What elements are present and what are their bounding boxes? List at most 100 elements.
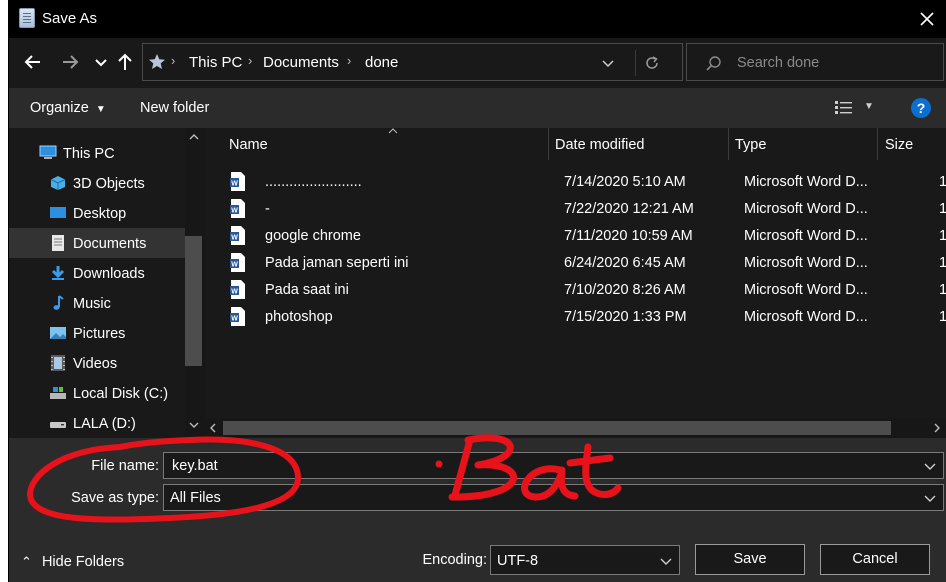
breadcrumb-separator: › <box>171 53 176 68</box>
address-divider <box>635 50 636 76</box>
sidebar-item-downloads[interactable]: Downloads <box>9 258 187 288</box>
sidebar-item-local-disk-c[interactable]: Local Disk (C:) <box>9 378 187 408</box>
type-cell: Microsoft Word D... <box>744 282 868 298</box>
download-arrow-icon <box>51 266 65 280</box>
date-modified-cell: 6/24/2020 6:45 AM <box>564 255 686 271</box>
type-cell: Microsoft Word D... <box>744 255 868 271</box>
refresh-icon[interactable] <box>643 54 661 72</box>
word-document-icon: W <box>230 199 245 218</box>
back-arrow-icon[interactable] <box>21 50 45 74</box>
table-row[interactable]: W Pada saat ini 7/10/2020 8:26 AM Microsoft… <box>225 277 946 304</box>
column-divider[interactable] <box>877 128 878 160</box>
column-header-size[interactable]: Size <box>885 137 913 153</box>
hide-folders-button[interactable]: ⌃ Hide Folders <box>21 554 124 570</box>
svg-text:W: W <box>231 289 238 296</box>
help-icon[interactable]: ? <box>911 98 931 118</box>
close-icon[interactable] <box>912 4 942 34</box>
sidebar-item-label: Downloads <box>73 266 145 282</box>
sidebar-item-documents[interactable]: Documents <box>9 228 187 258</box>
size-cell: 15 <box>939 228 946 244</box>
type-cell: Microsoft Word D... <box>744 201 868 217</box>
save-as-dialog: Save As › This PC › Documents › done Sea… <box>9 0 946 582</box>
scroll-left-chevron-icon[interactable] <box>208 423 218 433</box>
column-divider[interactable] <box>548 128 549 160</box>
breadcrumb-separator: › <box>347 53 352 68</box>
file-name-cell: Pada saat ini <box>265 282 349 298</box>
sort-ascending-icon <box>388 128 398 134</box>
sidebar-item-label: 3D Objects <box>73 176 145 192</box>
pictures-icon <box>50 327 66 339</box>
type-cell: Microsoft Word D... <box>744 228 868 244</box>
sidebar-item-lala-d[interactable]: LALA (D:) <box>9 408 187 438</box>
cancel-button[interactable]: Cancel <box>820 544 930 575</box>
scroll-up-chevron-icon[interactable] <box>188 132 200 142</box>
sidebar-item-3d-objects[interactable]: 3D Objects <box>9 168 187 198</box>
sidebar-item-label: Music <box>73 296 111 312</box>
table-row[interactable]: Wgoogle chrome 7/11/2020 10:59 AM Microsof… <box>225 223 946 250</box>
word-document-icon: W <box>230 172 245 191</box>
organize-button[interactable]: Organize ▼ <box>30 100 106 116</box>
date-modified-cell: 7/10/2020 8:26 AM <box>564 282 686 298</box>
breadcrumb-done[interactable]: done <box>365 54 398 71</box>
size-cell: 16 <box>939 174 946 190</box>
type-cell: Microsoft Word D... <box>744 174 868 190</box>
scroll-down-chevron-icon[interactable] <box>188 420 200 430</box>
size-cell: 14 <box>939 201 946 217</box>
file-name-cell: ........................ <box>265 174 362 190</box>
search-box[interactable]: Search done <box>686 43 944 81</box>
breadcrumb-this-pc[interactable]: This PC <box>189 54 242 71</box>
scroll-right-chevron-icon[interactable] <box>932 423 942 433</box>
column-header-date-modified[interactable]: Date modified <box>555 137 644 153</box>
table-row[interactable]: Wphotoshop 7/15/2020 1:33 PM Microsoft Wor… <box>225 304 946 331</box>
breadcrumb-documents[interactable]: Documents <box>263 54 339 71</box>
up-arrow-icon[interactable] <box>113 50 137 74</box>
background-document-strip <box>0 0 9 582</box>
file-name-cell: photoshop <box>265 309 333 325</box>
nav-scrollbar-thumb[interactable] <box>185 236 202 366</box>
notepad-icon <box>19 8 35 28</box>
table-row[interactable]: W Pada jaman seperti ini 6/24/2020 6:45 AM… <box>225 250 946 277</box>
file-name-field[interactable]: key.bat <box>163 452 944 479</box>
horizontal-scrollbar-thumb[interactable] <box>223 421 891 435</box>
recent-locations-chevron-icon[interactable] <box>89 50 113 74</box>
save-form-area: File name: key.bat Save as type: All Fil… <box>9 438 946 582</box>
music-note-icon <box>53 295 64 310</box>
svg-text:W: W <box>231 262 238 269</box>
chevron-down-icon[interactable] <box>923 459 937 473</box>
sidebar-item-desktop[interactable]: Desktop <box>9 198 187 228</box>
encoding-label: Encoding: <box>422 552 488 568</box>
column-divider[interactable] <box>728 128 729 160</box>
sidebar-item-this-pc[interactable]: This PC <box>9 138 187 168</box>
sidebar-item-music[interactable]: Music <box>9 288 187 318</box>
address-dropdown-chevron-icon[interactable] <box>601 56 615 70</box>
svg-text:W: W <box>231 316 238 323</box>
chevron-down-icon: ▼ <box>95 104 106 115</box>
view-options-chevron-icon[interactable]: ▼ <box>864 101 874 112</box>
address-bar[interactable]: › This PC › Documents › done <box>142 43 683 81</box>
disk-drive-icon <box>50 387 66 399</box>
view-details-icon[interactable] <box>835 101 853 115</box>
column-header-type[interactable]: Type <box>735 137 766 153</box>
sidebar-item-label: Pictures <box>73 326 126 342</box>
organize-label: Organize <box>30 100 89 116</box>
sidebar-item-videos[interactable]: Videos <box>9 348 187 378</box>
save-button[interactable]: Save <box>695 544 805 575</box>
new-folder-button[interactable]: New folder <box>140 100 209 116</box>
navigation-pane: This PC 3D Objects Desktop Documents Dow… <box>9 128 205 438</box>
sidebar-item-label: Videos <box>73 356 118 372</box>
forward-arrow-icon[interactable] <box>58 50 82 74</box>
search-icon <box>706 56 721 71</box>
encoding-select[interactable]: UTF-8 <box>490 545 680 575</box>
horizontal-scrollbar[interactable] <box>205 418 946 438</box>
sidebar-item-label: This PC <box>63 146 115 162</box>
chevron-down-icon[interactable] <box>923 491 937 505</box>
table-row[interactable]: W - 7/22/2020 12:21 AM Microsoft Word D... 1… <box>225 196 946 223</box>
table-row[interactable]: W........................ 7/14/2020 5:10 … <box>225 169 946 196</box>
size-cell: 16 <box>939 309 946 325</box>
svg-text:W: W <box>231 235 238 242</box>
date-modified-cell: 7/22/2020 12:21 AM <box>564 201 694 217</box>
column-header-name[interactable]: Name <box>229 137 268 153</box>
sidebar-item-pictures[interactable]: Pictures <box>9 318 187 348</box>
chevron-down-icon[interactable] <box>659 554 673 568</box>
save-as-type-select[interactable]: All Files <box>163 484 944 511</box>
